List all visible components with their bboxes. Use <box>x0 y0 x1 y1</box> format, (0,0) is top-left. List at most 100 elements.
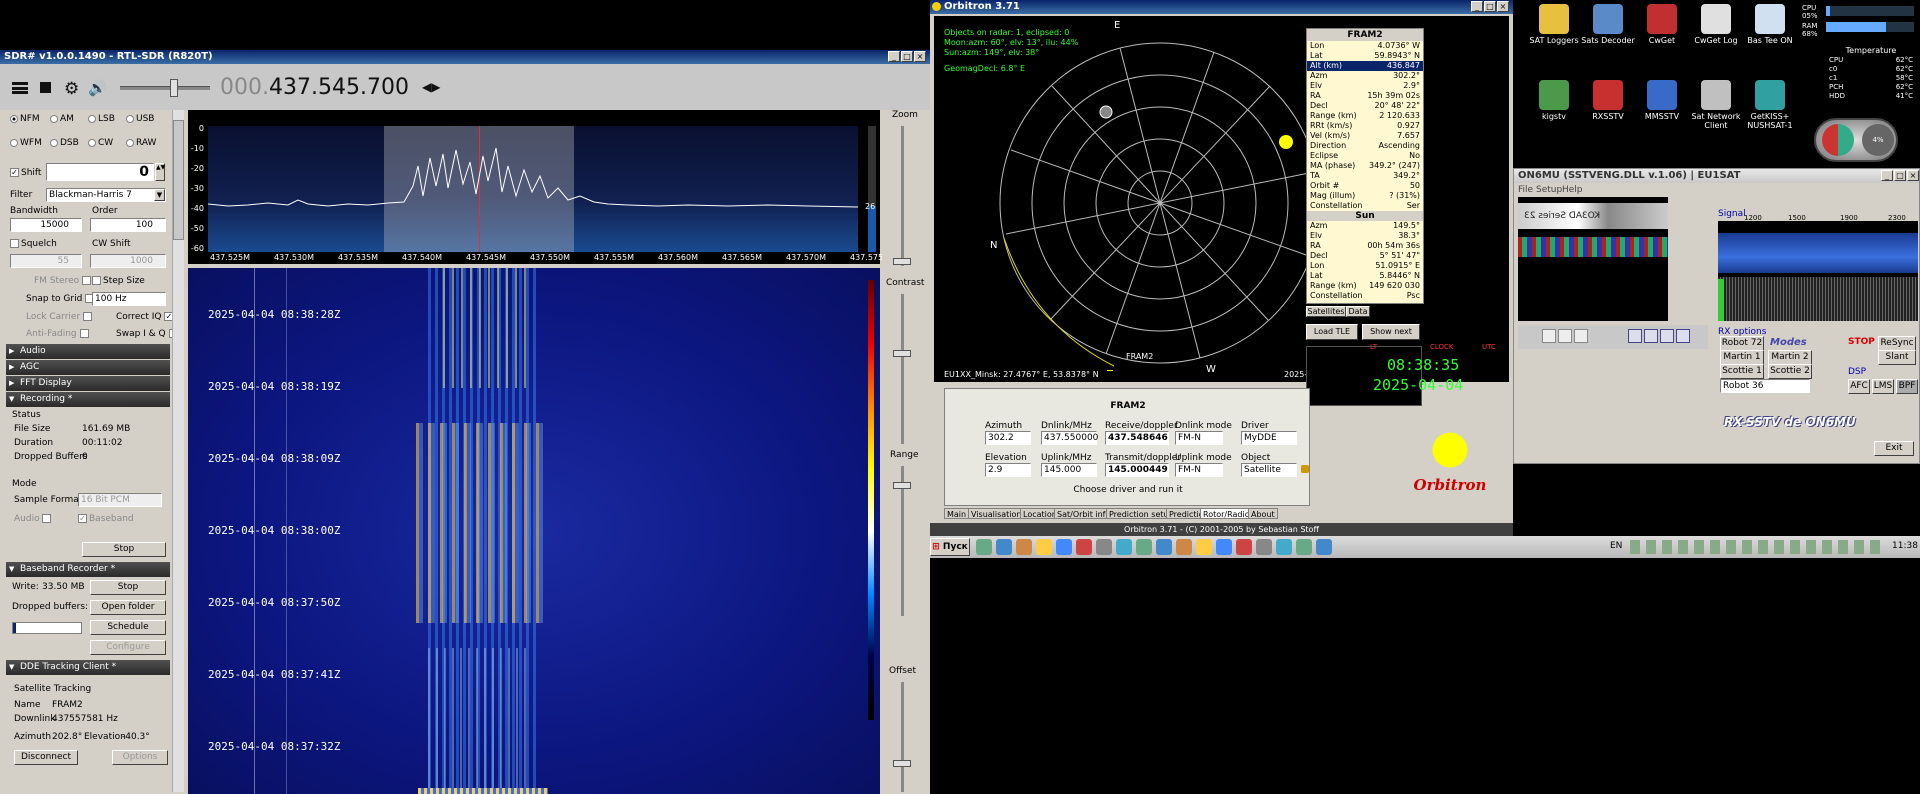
resync-button[interactable]: ReSync <box>1878 336 1916 351</box>
minimize-button[interactable]: _ <box>1471 1 1483 12</box>
taskbar-app-icon[interactable] <box>1276 539 1292 555</box>
spectrum-panel[interactable]: 26 0 -10 -20 -30 -40 -50 -60 437.525M 437.530M 43… <box>188 110 890 264</box>
mode-lsb[interactable]: LSB <box>88 114 115 124</box>
audio-checkbox[interactable]: Audio <box>14 514 53 524</box>
taskbar-app-icon[interactable] <box>1156 539 1172 555</box>
taskbar-app-icon[interactable] <box>1136 539 1152 555</box>
bandwidth-input[interactable]: 15000 <box>10 218 82 232</box>
taskbar-clock[interactable]: 11:38 <box>1892 541 1918 551</box>
uplink-mode-select[interactable]: FM-N <box>1175 463 1223 477</box>
taskbar-app-icon[interactable] <box>1176 539 1192 555</box>
tab-data[interactable]: Data <box>1346 306 1370 317</box>
close-button[interactable]: × <box>1497 1 1509 12</box>
uplink-field[interactable]: 145.000 <box>1041 463 1097 477</box>
toolbar-icon[interactable] <box>1644 329 1658 343</box>
desktop-icon-cwget[interactable]: CwGet <box>1632 4 1692 45</box>
shift-checkbox[interactable]: ✓ Shift <box>10 168 41 178</box>
taskbar-app-icon[interactable] <box>1056 539 1072 555</box>
section-agc[interactable]: AGC <box>6 360 170 375</box>
section-baseband-recorder[interactable]: Baseband Recorder * <box>6 562 170 577</box>
volume-slider-thumb[interactable] <box>170 79 178 97</box>
baseband-checkbox[interactable]: ✓ Baseband <box>78 514 134 524</box>
toolbar-icon[interactable] <box>1574 329 1588 343</box>
taskbar-app-icon[interactable] <box>1216 539 1232 555</box>
slant-button[interactable]: Slant <box>1878 350 1916 365</box>
shift-spinner[interactable]: ▲▼ <box>155 163 165 181</box>
sstv-titlebar[interactable]: ON6MU (SSTVENG.DLL v.1.06) | EU1SAT <box>1514 169 1919 183</box>
mode-raw[interactable]: RAW <box>126 138 156 148</box>
sample-format-select[interactable]: 16 Bit PCM <box>78 493 162 507</box>
elevation-field[interactable]: 2.9 <box>985 463 1031 477</box>
fm-stereo-checkbox[interactable]: FM Stereo <box>34 276 93 286</box>
object-select[interactable]: Satellite <box>1241 463 1297 477</box>
menu-setup[interactable]: Setup <box>1536 185 1562 195</box>
offset-slider[interactable] <box>901 682 904 792</box>
minimize-button[interactable]: _ <box>1881 170 1893 181</box>
desktop-icon-mmsstv[interactable]: MMSSTV <box>1632 80 1692 121</box>
tab-main[interactable]: Main <box>944 508 970 519</box>
toolbar-icon[interactable] <box>1542 329 1556 343</box>
taskbar-app-icon[interactable] <box>1036 539 1052 555</box>
volume-slider[interactable] <box>120 86 210 90</box>
contrast-slider[interactable] <box>901 294 904 444</box>
receive-doppler-field[interactable]: 437.548646 <box>1105 431 1169 445</box>
taskbar-app-icon[interactable] <box>1196 539 1212 555</box>
toolbar-icon[interactable] <box>1558 329 1572 343</box>
mode-dsb[interactable]: DSB <box>50 138 79 148</box>
section-audio[interactable]: Audio <box>6 344 170 359</box>
waterfall-panel[interactable]: 2025-04-04 08:38:28Z 2025-04-04 08:38:19… <box>188 268 880 794</box>
taskbar-app-icon[interactable] <box>1096 539 1112 555</box>
tune-arrows-icon[interactable]: ◀▶ <box>422 80 440 94</box>
taskbar-app-icon[interactable] <box>1116 539 1132 555</box>
squelch-input[interactable]: 55 <box>10 254 82 268</box>
dnlink-mode-select[interactable]: FM-N <box>1175 431 1223 445</box>
show-next-button[interactable]: Show next <box>1362 324 1420 340</box>
azimuth-field[interactable]: 302.2 <box>985 431 1031 445</box>
offset-slider-thumb[interactable] <box>893 760 911 767</box>
orbitron-titlebar[interactable]: Orbitron 3.71 <box>930 0 1513 14</box>
section-fft-display[interactable]: FFT Display <box>6 376 170 391</box>
taskbar-app-icon[interactable] <box>1016 539 1032 555</box>
range-slider-thumb[interactable] <box>893 482 911 489</box>
snap-select[interactable]: 100 Hz <box>92 292 166 306</box>
desktop-icon-bas-tee-on[interactable]: Bas Tee ON <box>1740 4 1800 45</box>
dnlink-field[interactable]: 437.550000 <box>1041 431 1098 445</box>
taskbar-app-icon[interactable] <box>1076 539 1092 555</box>
recording-stop-button[interactable]: Stop <box>82 542 166 557</box>
zoom-slider[interactable] <box>901 126 904 266</box>
schedule-button[interactable]: Schedule <box>90 620 166 635</box>
configure-button[interactable]: Configure <box>90 640 166 655</box>
menu-help[interactable]: Help <box>1562 185 1583 195</box>
load-tle-button[interactable]: Load TLE <box>1306 324 1358 340</box>
taskbar-app-icon[interactable] <box>1256 539 1272 555</box>
shift-input[interactable]: 0 <box>46 163 154 181</box>
close-button[interactable]: × <box>1907 170 1919 181</box>
maximize-button[interactable]: □ <box>901 51 913 62</box>
start-button[interactable]: ⊞ Пуск <box>930 538 970 556</box>
swap-iq-checkbox[interactable]: Swap I & Q <box>116 329 180 339</box>
toolbar-icon[interactable] <box>1660 329 1674 343</box>
desktop-icon-sat-network-client[interactable]: Sat Network Client <box>1686 80 1746 130</box>
speaker-icon[interactable]: 🔊 <box>88 79 107 97</box>
lock-icon[interactable] <box>1301 465 1309 473</box>
bpf-button[interactable]: BPF <box>1896 379 1918 394</box>
zoom-slider-thumb[interactable] <box>893 258 911 265</box>
options-button[interactable]: Options <box>112 750 168 765</box>
taskbar-app-icon[interactable] <box>996 539 1012 555</box>
squelch-checkbox[interactable]: Squelch <box>10 239 57 249</box>
tab-about[interactable]: About <box>1248 508 1278 519</box>
frequency-display[interactable]: 000.437.545.700 <box>220 75 409 100</box>
stop-icon[interactable] <box>40 82 51 93</box>
language-indicator[interactable]: EN <box>1610 541 1622 551</box>
contrast-slider-thumb[interactable] <box>893 350 911 357</box>
tab-satellites[interactable]: Satellites <box>1306 306 1346 317</box>
robot72-button[interactable]: Robot 72 <box>1720 336 1764 351</box>
open-folder-button[interactable]: Open folder <box>90 600 166 615</box>
menu-file[interactable]: File <box>1518 185 1533 195</box>
maximize-button[interactable]: □ <box>1894 170 1906 181</box>
desktop-icon-sat-loggers[interactable]: SAT Loggers <box>1524 4 1584 45</box>
filter-select[interactable]: Blackman-Harris 7 <box>46 188 166 202</box>
desktop-icon-kigstv[interactable]: kigstv <box>1524 80 1584 121</box>
lock-carrier-checkbox[interactable]: Lock Carrier <box>26 312 94 322</box>
order-input[interactable]: 100 <box>90 218 166 232</box>
